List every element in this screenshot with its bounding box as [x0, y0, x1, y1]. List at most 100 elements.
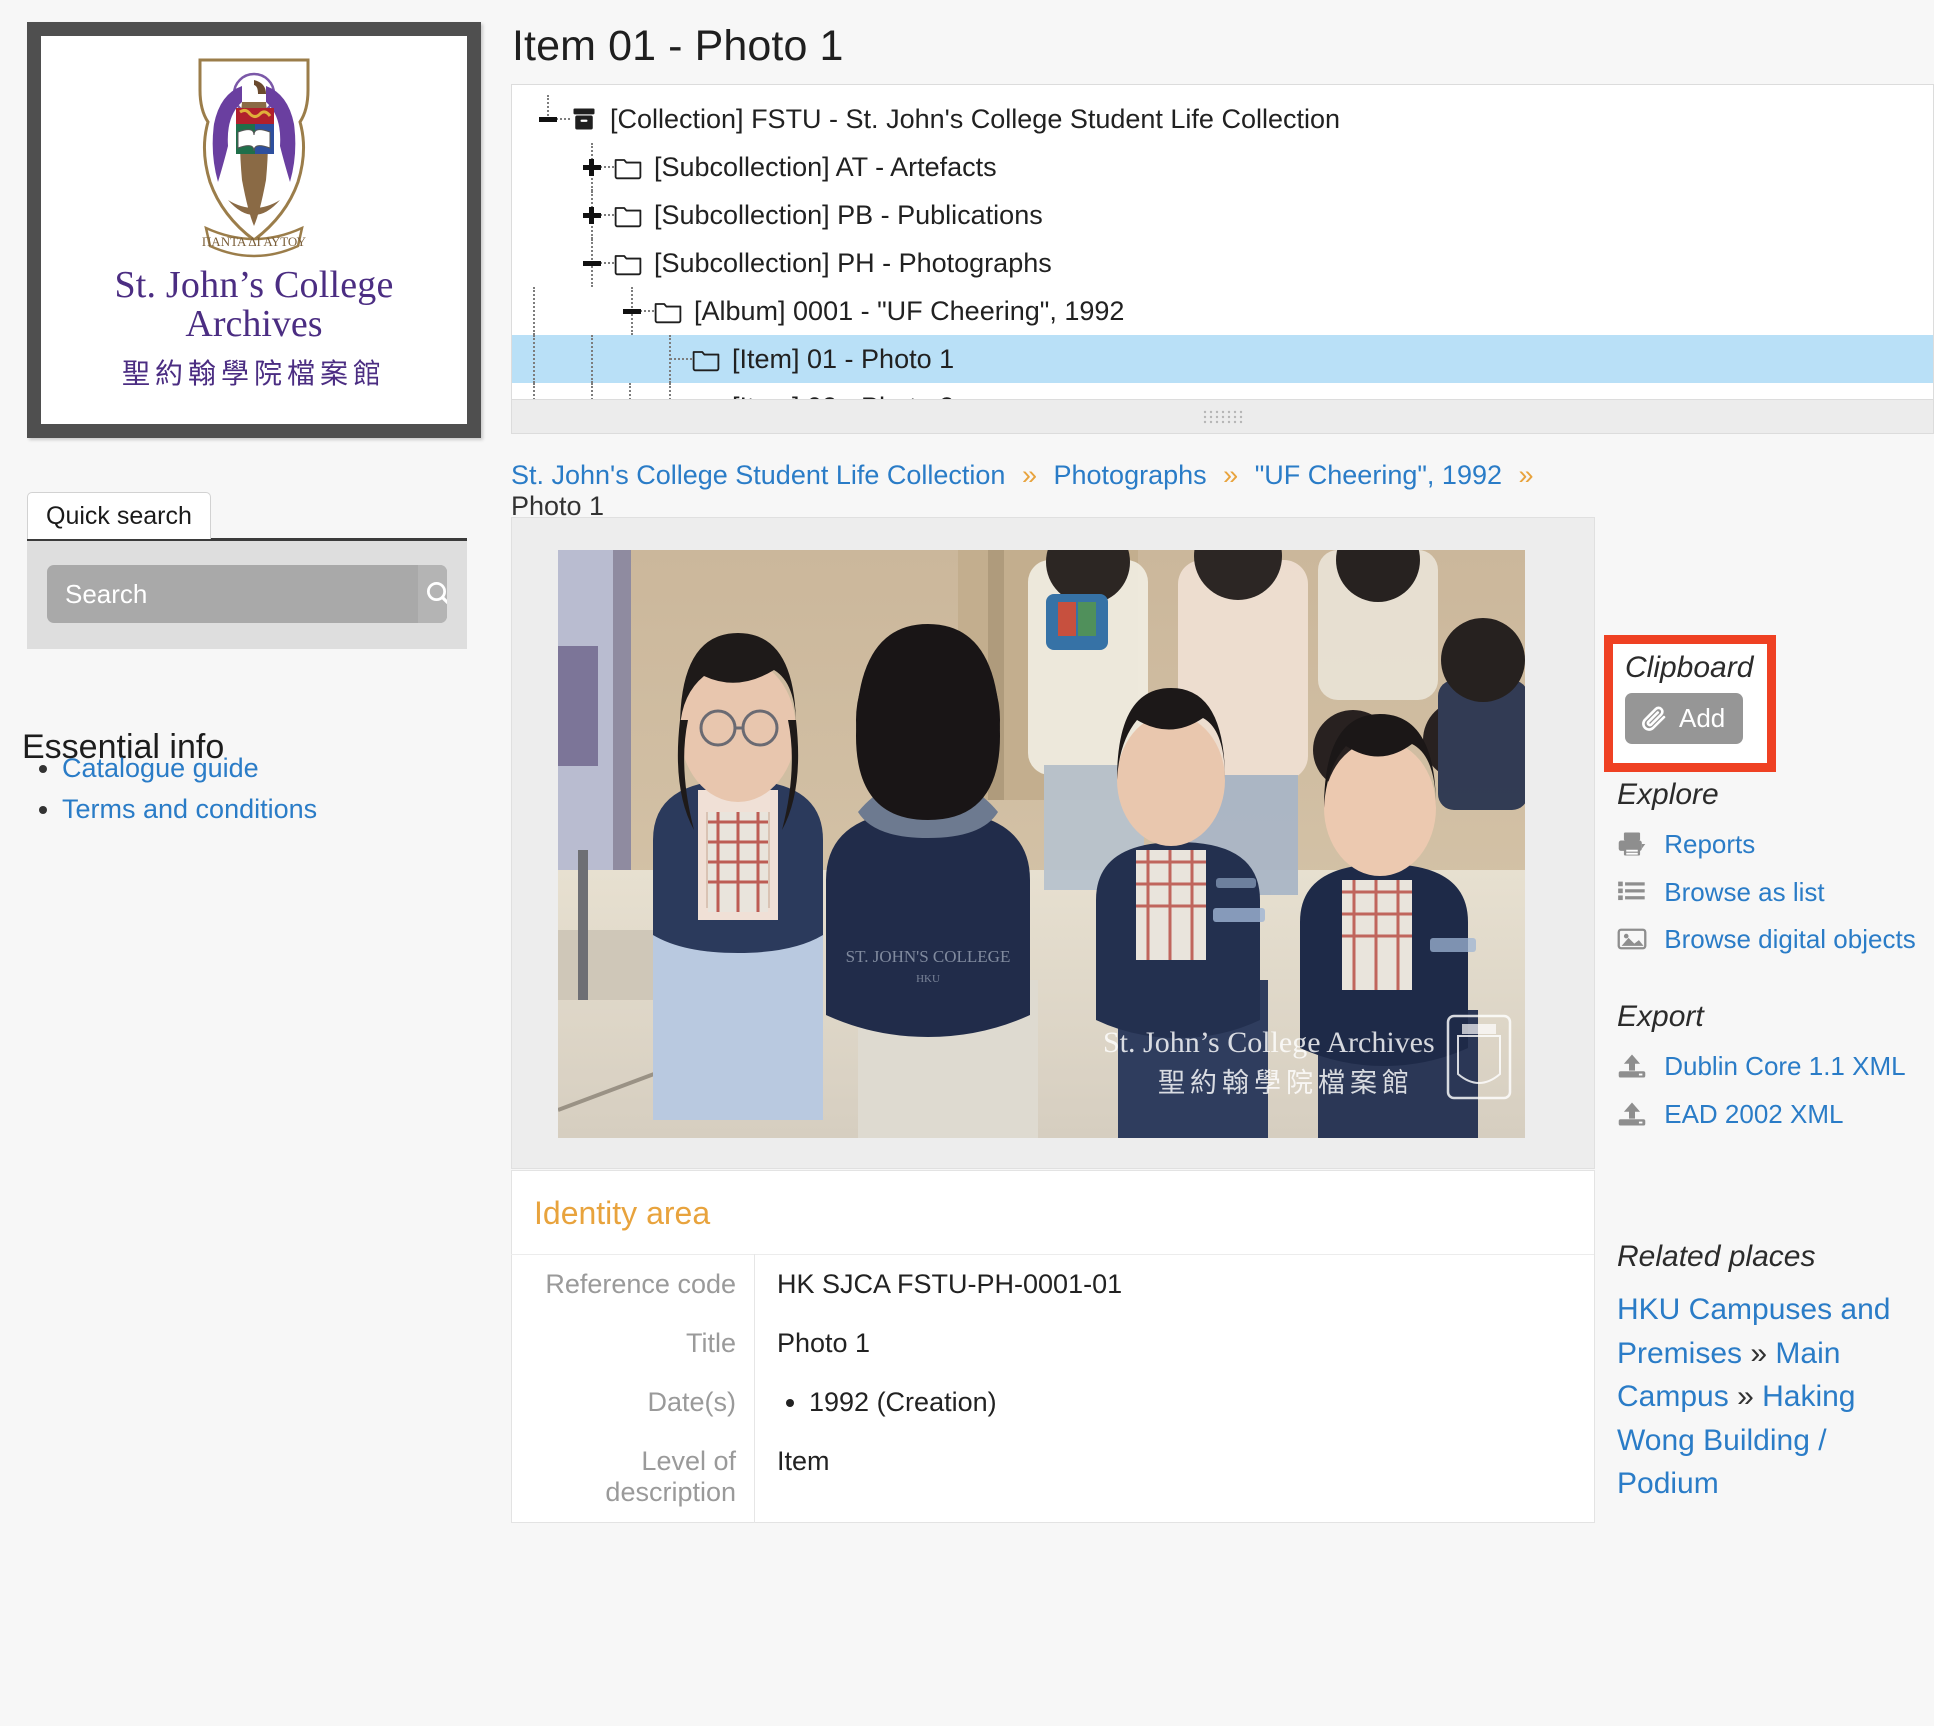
tree-toggle-photographs[interactable]: [570, 239, 614, 287]
tree-toggle-publications[interactable]: [570, 191, 614, 239]
list-icon: [1617, 878, 1651, 916]
list-item: 1992 (Creation): [809, 1387, 1594, 1418]
link-dublin-core-xml[interactable]: Dublin Core 1.1 XML: [1617, 1048, 1927, 1090]
list-item: Catalogue guide: [62, 752, 317, 786]
svg-text:HKU: HKU: [916, 973, 940, 985]
tree-leaf-connector: [648, 335, 692, 383]
logo-title-line1: St. John’s College: [114, 266, 393, 304]
field-label: Reference code: [512, 1255, 755, 1315]
search-submit-button[interactable]: [418, 565, 447, 623]
table-row: Level of description Item: [512, 1432, 1595, 1523]
tree-node-label: [Subcollection] PB - Publications: [652, 200, 1043, 231]
link-catalogue-guide[interactable]: Catalogue guide: [62, 753, 259, 783]
clipboard-add-label: Add: [1679, 703, 1725, 734]
folder-icon: [654, 298, 682, 324]
identity-area-heading: Identity area: [534, 1195, 1572, 1232]
tree-node-label: [Item] 01 - Photo 1: [730, 344, 954, 375]
breadcrumb-separator: »: [1022, 460, 1037, 490]
search-field-wrapper: [47, 565, 447, 623]
crest-motto: ΠΑΝΤΑ ΔΙ ΑΥΤΟΥ: [202, 234, 307, 249]
link-terms-and-conditions[interactable]: Terms and conditions: [62, 794, 317, 824]
list-item: Terms and conditions: [62, 793, 317, 827]
breadcrumb-item-collection[interactable]: St. John's College Student Life Collecti…: [511, 460, 1005, 490]
page-title: Item 01 - Photo 1: [490, 0, 1610, 71]
main-content: Item 01 - Photo 1 [Collection] FSTU - St…: [490, 0, 1610, 71]
field-value: HK SJCA FSTU-PH-0001-01: [755, 1255, 1595, 1315]
link-reports[interactable]: Reports: [1617, 826, 1927, 868]
watermark-en: St. John’s College Archives: [1103, 1026, 1435, 1059]
breadcrumb-item-photographs[interactable]: Photographs: [1054, 460, 1207, 490]
tree-toggle-collection[interactable]: [526, 95, 570, 143]
upload-icon: [1617, 1052, 1651, 1090]
link-browse-as-list[interactable]: Browse as list: [1617, 874, 1927, 916]
related-places-heading: Related places: [1617, 1240, 1815, 1274]
link-ead-2002-xml[interactable]: EAD 2002 XML: [1617, 1096, 1927, 1138]
field-value: Photo 1: [755, 1314, 1595, 1373]
logo-title-chinese: 聖約翰學院檔案館: [122, 352, 386, 392]
logo-title-line2: Archives: [185, 304, 322, 346]
right-sidebar: Clipboard Add Explore Repo: [1610, 0, 1934, 1726]
field-label: Level of description: [512, 1432, 755, 1523]
link-browse-digital-objects[interactable]: Browse digital objects: [1617, 921, 1927, 963]
field-value-list: 1992 (Creation): [755, 1373, 1595, 1432]
quick-search-panel: Quick search: [27, 492, 467, 649]
search-input[interactable]: [47, 565, 418, 623]
folder-icon: [614, 250, 642, 276]
left-sidebar: ΠΑΝΤΑ ΔΙ ΑΥΤΟΥ St. John’s College Archiv…: [0, 0, 490, 1726]
breadcrumb-item-album[interactable]: "UF Cheering", 1992: [1255, 460, 1502, 490]
clipboard-heading: Clipboard: [1625, 651, 1767, 685]
upload-icon: [1617, 1100, 1651, 1138]
place-separator: »: [1737, 1380, 1754, 1413]
tab-quick-search[interactable]: Quick search: [27, 492, 211, 539]
college-crest-icon: ΠΑΝΤΑ ΔΙ ΑΥΤΟΥ: [180, 50, 328, 262]
tree-node-label: [Album] 0001 - "UF Cheering", 1992: [692, 296, 1124, 327]
clipboard-add-button[interactable]: Add: [1625, 693, 1743, 744]
watermark-cn: 聖約翰學院檔案館: [1158, 1068, 1414, 1098]
image-icon: [1617, 925, 1651, 963]
folder-icon: [614, 154, 642, 180]
photo-1992-uf-cheering: ST. JOHN'S COLLEGE HKU: [558, 550, 1525, 1138]
identity-area-header: Identity area: [511, 1170, 1595, 1254]
folder-icon: [692, 346, 720, 372]
site-logo[interactable]: ΠΑΝΤΑ ΔΙ ΑΥΤΟΥ St. John’s College Archiv…: [27, 22, 481, 438]
tree-node-label: [Subcollection] AT - Artefacts: [652, 152, 997, 183]
tree-toggle-artefacts[interactable]: [570, 143, 614, 191]
link-label: Dublin Core 1.1 XML: [1664, 1051, 1905, 1081]
tree-node-label: [Subcollection] PH - Photographs: [652, 248, 1052, 279]
export-links: Dublin Core 1.1 XML EAD 2002 XML: [1617, 1048, 1927, 1143]
tree-toggle-album-0001[interactable]: [610, 287, 654, 335]
link-label: Browse as list: [1664, 877, 1824, 907]
svg-text:ST. JOHN'S COLLEGE: ST. JOHN'S COLLEGE: [846, 947, 1011, 966]
folder-icon: [614, 202, 642, 228]
paperclip-icon: [1639, 704, 1669, 734]
printer-icon: [1617, 830, 1651, 868]
essential-info-list: Catalogue guide Terms and conditions: [22, 752, 317, 834]
digital-object-image[interactable]: ST. JOHN'S COLLEGE HKU: [558, 550, 1525, 1138]
explore-links: Reports Browse as list: [1617, 826, 1927, 969]
link-label: Browse digital objects: [1664, 924, 1915, 954]
export-heading: Export: [1617, 1000, 1704, 1034]
clipboard-section-highlight: Clipboard Add: [1604, 635, 1776, 772]
archive-box-icon: [570, 105, 598, 133]
identity-area-panel: Identity area Reference code HK SJCA FST…: [511, 1170, 1595, 1523]
link-label: Reports: [1664, 829, 1755, 859]
breadcrumb: St. John's College Student Life Collecti…: [511, 460, 1610, 522]
breadcrumb-separator: »: [1519, 460, 1534, 490]
link-label: EAD 2002 XML: [1664, 1099, 1843, 1129]
digital-object-panel: ST. JOHN'S COLLEGE HKU: [511, 517, 1595, 1169]
identity-area-table: Reference code HK SJCA FSTU-PH-0001-01 T…: [511, 1254, 1595, 1523]
related-places-path: HKU Campuses and Premises » Main Campus …: [1617, 1288, 1917, 1506]
explore-heading: Explore: [1617, 778, 1719, 812]
field-label: Date(s): [512, 1373, 755, 1432]
tree-node-label: [Collection] FSTU - St. John's College S…: [608, 104, 1340, 135]
place-separator: »: [1750, 1337, 1767, 1370]
table-row: Date(s) 1992 (Creation): [512, 1373, 1595, 1432]
field-label: Title: [512, 1314, 755, 1373]
grip-dots-icon: [1202, 409, 1244, 425]
field-value: Item: [755, 1432, 1595, 1523]
breadcrumb-separator: »: [1223, 460, 1238, 490]
table-row: Title Photo 1: [512, 1314, 1595, 1373]
search-icon: [424, 579, 447, 609]
logo-inner: ΠΑΝΤΑ ΔΙ ΑΥΤΟΥ St. John’s College Archiv…: [41, 36, 467, 424]
clipboard-section: Clipboard Add: [1613, 644, 1767, 744]
